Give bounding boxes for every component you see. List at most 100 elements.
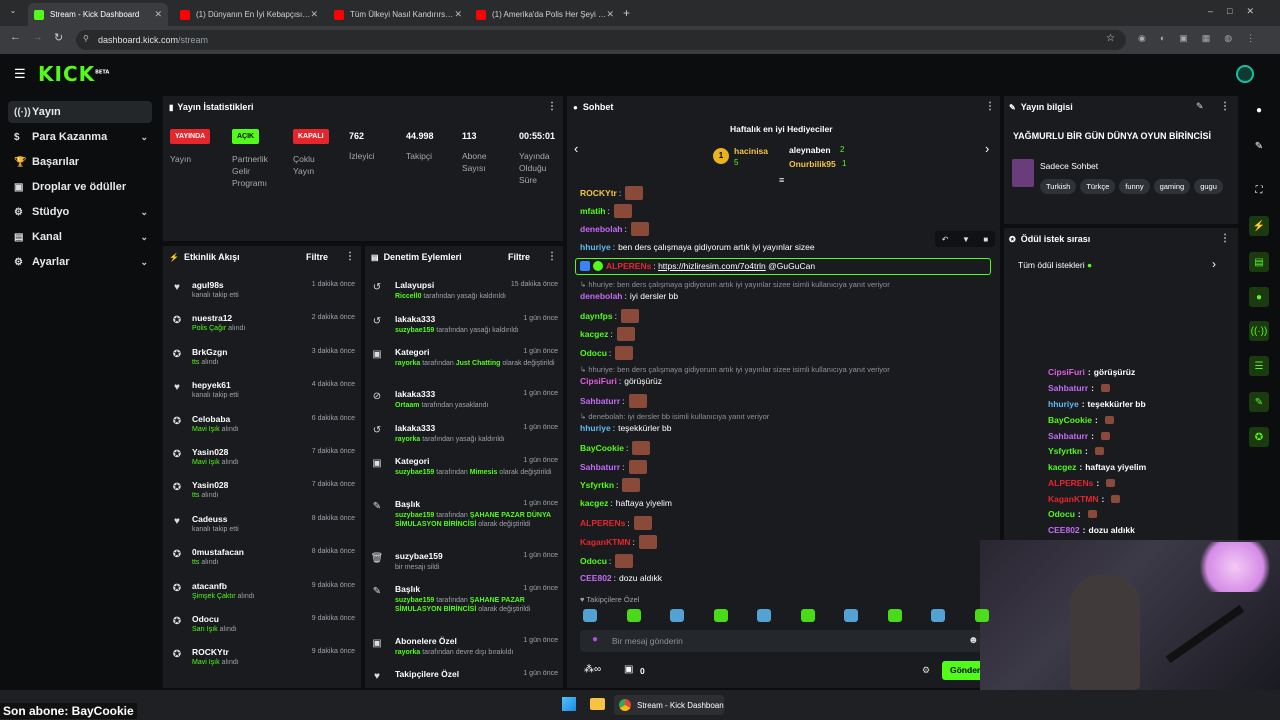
stream-tag[interactable]: Türkçe bbox=[1080, 179, 1116, 194]
windows-start-icon[interactable] bbox=[562, 697, 576, 711]
reload-icon[interactable]: ↻ bbox=[54, 31, 63, 44]
activity-item[interactable]: ✪ ROCKYtr Mavi Işık alındı 9 dakika önce bbox=[170, 647, 355, 680]
browser-tab[interactable]: (1) Dünyanın En İyi Kebapçısı A... ✕ bbox=[174, 3, 324, 26]
moderation-filter-button[interactable]: Filtre bbox=[508, 252, 530, 262]
category-thumbnail[interactable] bbox=[1012, 159, 1034, 187]
moderation-actor[interactable]: Riccell0 bbox=[395, 293, 421, 300]
moderation-item[interactable]: ↺ lakaka333 rayorka tarafından yasağı kald… bbox=[370, 423, 558, 456]
chat-message[interactable]: Odocu: bbox=[580, 346, 634, 360]
emote-picker-icon[interactable] bbox=[583, 609, 597, 622]
browser-tab[interactable]: Stream - Kick Dashboard ✕ bbox=[28, 3, 168, 26]
sidebar-item[interactable]: ⚙ Stüdyo ⌄ bbox=[8, 201, 152, 223]
moderation-item[interactable]: ♥ Takipçilere Özel 1 gün önce bbox=[370, 669, 558, 702]
emote-picker-icon[interactable] bbox=[713, 609, 728, 622]
file-explorer-icon[interactable] bbox=[590, 698, 605, 710]
stream-tag[interactable]: funny bbox=[1119, 179, 1150, 194]
chat-username[interactable]: ALPERENs bbox=[580, 518, 625, 528]
activity-item[interactable]: ✪ Celobaba Mavi Işık alındı 6 dakika önce bbox=[170, 414, 355, 447]
broadcast-icon[interactable]: ((·)) bbox=[1249, 321, 1269, 341]
moderation-actor[interactable]: suzybae159 bbox=[395, 469, 434, 476]
moderation-actor[interactable]: rayorka bbox=[395, 436, 420, 443]
list-icon[interactable]: ☰ bbox=[1249, 356, 1269, 376]
moderation-item[interactable]: ✎ Başlık suzybae159 tarafından ŞAHANE PAZA… bbox=[370, 584, 558, 617]
stream-tag[interactable]: gaming bbox=[1153, 179, 1191, 194]
chat-username[interactable]: hhuriye bbox=[580, 423, 611, 433]
chat-username[interactable]: Sahbaturr bbox=[580, 462, 620, 472]
moderation-item[interactable]: ↺ lakaka333 suzybae159 tarafından yasağı k… bbox=[370, 314, 558, 347]
gifters-next-icon[interactable]: › bbox=[985, 141, 989, 156]
back-icon[interactable]: ← bbox=[10, 31, 21, 43]
chat-message[interactable]: ROCKYtr: bbox=[580, 186, 644, 200]
tab-search-icon[interactable]: ⌄ bbox=[6, 6, 20, 20]
chat-username[interactable]: ROCKYtr bbox=[580, 188, 617, 198]
highlighted-user[interactable]: ALPERENs bbox=[606, 261, 651, 271]
moderation-actor[interactable]: suzybae159 bbox=[395, 327, 434, 334]
activity-item[interactable]: ✪ 0mustafacan tts alındı 8 dakika önce bbox=[170, 547, 355, 580]
chat-message[interactable]: daynfps: bbox=[580, 309, 639, 323]
moderation-item[interactable]: ✎ Başlık suzybae159 tarafından ŞAHANE PAZA… bbox=[370, 499, 558, 532]
chat-username[interactable]: kacgez bbox=[580, 329, 608, 339]
pin-icon[interactable]: ▼ bbox=[962, 235, 970, 244]
chat-message[interactable]: Sahbaturr: bbox=[580, 394, 647, 408]
moderation-actor[interactable]: Ortaam bbox=[395, 402, 420, 409]
reward-icon[interactable]: ✪ bbox=[1249, 427, 1269, 447]
activity-item[interactable]: ✪ atacanfb Şimşek Çaktır alındı 9 dakika ön… bbox=[170, 581, 355, 614]
activity-item[interactable]: ✪ nuestra12 Polis Çağır alındı 2 dakika önc… bbox=[170, 313, 355, 346]
activity-item[interactable]: ♥ hepyek61 kanalı takip etti 4 dakika önce bbox=[170, 380, 355, 413]
fullscreen-icon[interactable]: ⛶ bbox=[1249, 180, 1269, 200]
browser-tab[interactable]: Tüm Ülkeyi Nasıl Kandırırsın? ✕ bbox=[328, 3, 468, 26]
send-button[interactable]: Gönder bbox=[942, 661, 984, 680]
sidebar-item[interactable]: ▤ Kanal ⌄ bbox=[8, 226, 152, 248]
chat-username[interactable]: Odocu bbox=[580, 556, 607, 566]
tab-close-icon[interactable]: ✕ bbox=[454, 9, 462, 20]
rewards-menu-icon[interactable]: ⋮ bbox=[1220, 233, 1230, 244]
moderation-menu-icon[interactable]: ⋮ bbox=[547, 251, 557, 262]
chat-username[interactable]: mfatih bbox=[580, 206, 606, 216]
extensions-icons[interactable]: ◉◐▣▦◍⋮ bbox=[1138, 33, 1269, 44]
tab-close-icon[interactable]: ✕ bbox=[154, 9, 162, 20]
emote-picker-icon[interactable] bbox=[931, 609, 945, 622]
chat-message[interactable]: CipsiFuri: görüşürüz bbox=[580, 376, 662, 386]
chat-message[interactable]: hhuriye: ben ders çalışmaya gidiyorum art… bbox=[580, 242, 815, 252]
moderation-item[interactable]: 🗑 suzybae159 bir mesajı sildi 1 gün önce bbox=[370, 551, 558, 584]
emote-picker-icon[interactable] bbox=[844, 609, 858, 622]
category-name[interactable]: Sadece Sohbet bbox=[1040, 161, 1098, 171]
stream-tag[interactable]: gugu bbox=[1194, 179, 1223, 194]
chat-username[interactable]: hhuriye bbox=[580, 242, 611, 252]
chat-message[interactable]: ALPERENs: bbox=[580, 516, 652, 530]
activity-item[interactable]: ✪ Yasin028 Mavi Işık alındı 7 dakika önce bbox=[170, 447, 355, 480]
reply-icon[interactable]: ↶ bbox=[942, 235, 949, 244]
chat-username[interactable]: KaganKTMN bbox=[580, 537, 631, 547]
site-info-icon[interactable]: ⚲ bbox=[83, 34, 89, 43]
activity-menu-icon[interactable]: ⋮ bbox=[345, 251, 355, 262]
forward-icon[interactable]: → bbox=[32, 31, 43, 43]
chat-settings-icon[interactable]: ⚙ bbox=[922, 665, 930, 676]
window-controls[interactable]: –□✕ bbox=[1208, 6, 1268, 17]
sidebar-item[interactable]: ⚙ Ayarlar ⌄ bbox=[8, 251, 152, 273]
chat-username[interactable]: kacgez bbox=[580, 498, 608, 508]
chat-username[interactable]: CipsiFuri bbox=[580, 376, 617, 386]
menu-icon[interactable]: ☰ bbox=[14, 66, 26, 82]
edit-icon[interactable]: ✎ bbox=[1196, 101, 1204, 112]
chat-menu-icon[interactable]: ⋮ bbox=[985, 101, 995, 112]
activity-item[interactable]: ✪ BrkGzgn tts alındı 3 dakika önce bbox=[170, 347, 355, 380]
chevron-down-icon[interactable]: ⌄ bbox=[140, 132, 148, 143]
activity-item[interactable]: ♥ agul98s kanalı takip etti 1 dakika önce bbox=[170, 280, 355, 313]
chat-username[interactable]: denebolah bbox=[580, 291, 623, 301]
chat-message[interactable]: hhuriye: teşekkürler bb bbox=[580, 423, 671, 433]
chat-message[interactable]: Sahbaturr: bbox=[580, 460, 647, 474]
chat-message[interactable]: kacgez: haftaya yiyelim bbox=[580, 498, 672, 508]
stream-info-menu-icon[interactable]: ⋮ bbox=[1220, 101, 1230, 112]
highlighted-mention[interactable]: @GuGuCan bbox=[768, 261, 815, 271]
points-icon[interactable]: ⁂∞ bbox=[584, 664, 601, 675]
chevron-down-icon[interactable]: ⌄ bbox=[140, 207, 148, 218]
chat-message[interactable]: KaganKTMN: bbox=[580, 535, 657, 549]
bolt-icon[interactable]: ⚡ bbox=[1249, 216, 1269, 236]
sidebar-item[interactable]: $ Para Kazanma ⌄ bbox=[8, 126, 152, 148]
chat-username[interactable]: CEE802 bbox=[580, 573, 612, 583]
chat-username[interactable]: Odocu bbox=[580, 348, 607, 358]
delete-icon[interactable]: ■ bbox=[983, 235, 988, 244]
all-rewards-link[interactable]: Tüm ödül istekleri ● bbox=[1018, 260, 1092, 270]
chat-username[interactable]: Ysfyrtkn bbox=[580, 480, 614, 490]
activity-item[interactable]: ✪ Yasin028 tts alındı 7 dakika önce bbox=[170, 480, 355, 513]
